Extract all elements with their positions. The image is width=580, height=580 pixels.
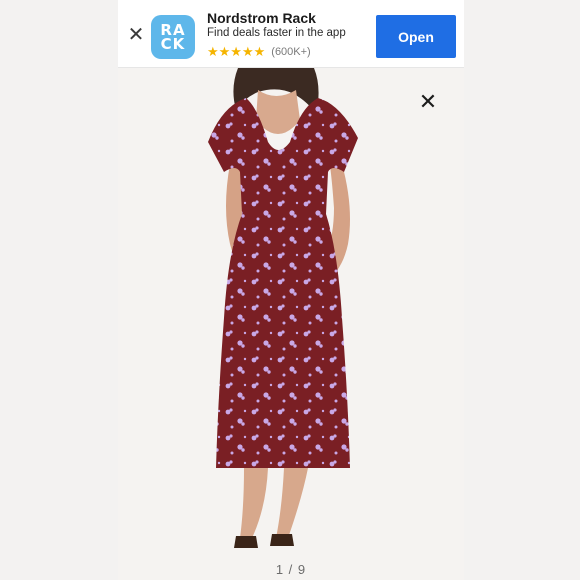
rating-count: (600K+) — [271, 46, 311, 58]
close-icon[interactable]: ✕ — [126, 24, 146, 46]
app-subtitle: Find deals faster in the app — [207, 27, 346, 39]
app-icon[interactable]: RA CK — [151, 15, 195, 59]
app-name: Nordstrom Rack — [207, 10, 316, 26]
product-gallery-panel: ✕ RA CK Nordstrom Rack Find deals faster… — [118, 0, 464, 580]
open-app-button[interactable]: Open — [376, 15, 456, 58]
background-left — [0, 0, 118, 580]
page-indicator: 1 / 9 — [275, 562, 307, 577]
star-rating-icon: ★★★★★ — [207, 44, 266, 59]
product-photo[interactable]: ✕ 1 / 9 — [118, 68, 464, 580]
app-icon-text-bottom: CK — [160, 35, 186, 53]
product-image — [208, 68, 358, 548]
app-rating: ★★★★★ (600K+) — [207, 44, 311, 60]
background-right — [464, 0, 580, 580]
close-icon[interactable]: ✕ — [416, 89, 440, 114]
app-install-banner: ✕ RA CK Nordstrom Rack Find deals faster… — [118, 0, 464, 68]
